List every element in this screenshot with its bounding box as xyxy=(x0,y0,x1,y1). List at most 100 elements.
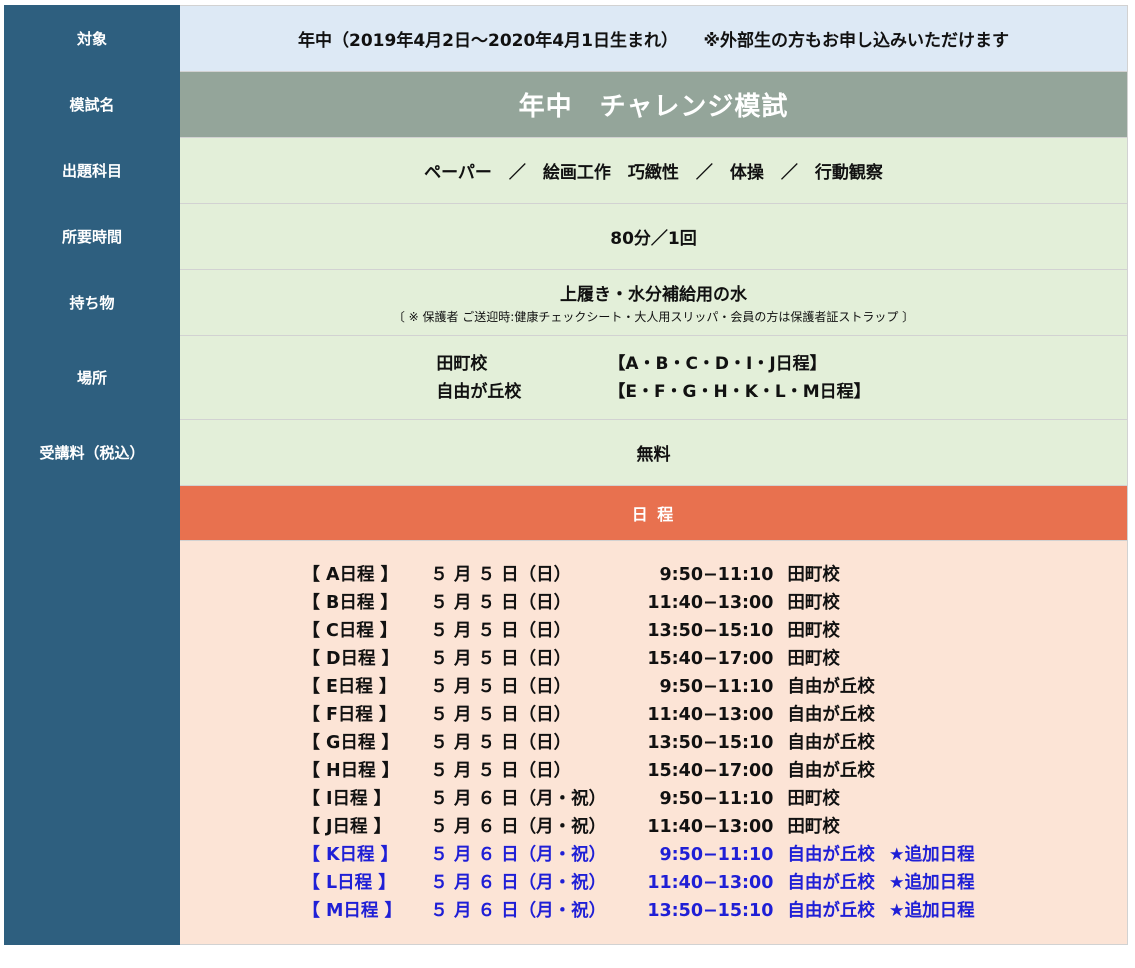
schedule-row: 【 F日程 】 ５ 月 ５ 日（日） 11:40−13:00 自由が丘校 xyxy=(302,701,974,729)
schedule-date: ５ 月 ５ 日（日） xyxy=(430,620,572,641)
schedule-row: 【 C日程 】 ５ 月 ５ 日（日） 13:50−15:10 田町校 xyxy=(302,617,974,645)
row-schedule-header: 日 程 xyxy=(4,485,1128,541)
row-duration: 所要時間 80分／1回 xyxy=(4,203,1128,270)
schedule-date: ５ 月 ５ 日（日） xyxy=(430,732,572,753)
schedule-code: 【 J日程 】 xyxy=(302,816,392,837)
schedule-time: 13:50−15:10 xyxy=(647,732,774,753)
row-belongings: 持ち物 上履き・水分補給用の水 〔 ※ 保護者 ご送迎時:健康チェックシート・大… xyxy=(4,269,1128,336)
schedule-code: 【 I日程 】 xyxy=(302,788,392,809)
value-exam-name: 年中 チャレンジ模試 xyxy=(179,71,1128,138)
venue-list: 田町校 【A・B・C・D・I・J日程】 自由が丘校 【E・F・G・H・K・L・M日程… xyxy=(436,350,870,406)
schedule-time: 15:40−17:00 xyxy=(647,648,774,669)
schedule-venue: 田町校 xyxy=(787,648,840,669)
schedule-code: 【 A日程 】 xyxy=(302,564,399,585)
label-subjects: 出題科目 xyxy=(4,137,180,204)
schedule-row: 【 G日程 】 ５ 月 ５ 日（日） 13:50−15:10 自由が丘校 xyxy=(302,729,974,757)
schedule-code: 【 M日程 】 xyxy=(302,900,402,921)
belongings-main: 上履き・水分補給用の水 xyxy=(560,285,747,305)
schedule-code: 【 E日程 】 xyxy=(302,676,397,697)
schedule-date: ５ 月 ５ 日（日） xyxy=(430,648,572,669)
schedule-row: 【 D日程 】 ５ 月 ５ 日（日） 15:40−17:00 田町校 xyxy=(302,645,974,673)
label-location: 場所 xyxy=(4,335,180,420)
schedule-list-cell: 【 A日程 】 ５ 月 ５ 日（日） 9:50−11:10 田町校【 B日程 】 ５ 月… xyxy=(179,540,1128,945)
label-belongings: 持ち物 xyxy=(4,269,180,336)
schedule-date: ５ 月 ５ 日（日） xyxy=(430,564,572,585)
venue-name: 田町校 xyxy=(436,353,488,374)
schedule-code: 【 H日程 】 xyxy=(302,760,400,781)
schedule-venue: 自由が丘校 xyxy=(787,872,875,893)
schedule-date: ５ 月 ６ 日（月・祝） xyxy=(430,872,607,893)
schedule-date: ５ 月 ６ 日（月・祝） xyxy=(430,844,607,865)
schedule-row: 【 H日程 】 ５ 月 ５ 日（日） 15:40−17:00 自由が丘校 xyxy=(302,757,974,785)
schedule-time: 9:50−11:10 xyxy=(659,564,774,585)
schedule-row: 【 I日程 】 ５ 月 ６ 日（月・祝） 9:50−11:10 田町校 xyxy=(302,785,974,813)
schedule-time: 13:50−15:10 xyxy=(647,900,774,921)
schedule-venue: 自由が丘校 xyxy=(787,704,875,725)
schedule-time: 13:50−15:10 xyxy=(647,620,774,641)
schedule-time: 9:50−11:10 xyxy=(659,844,774,865)
schedule-time: 15:40−17:00 xyxy=(647,760,774,781)
row-fee: 受講料（税込） 無料 xyxy=(4,419,1128,486)
venue-schedules: 【A・B・C・D・I・J日程】 xyxy=(608,353,827,374)
schedule-venue: 田町校 xyxy=(787,788,840,809)
value-subjects: ペーパー ／ 絵画工作 巧緻性 ／ 体操 ／ 行動観察 xyxy=(179,137,1128,204)
row-schedule: 【 A日程 】 ５ 月 ５ 日（日） 9:50−11:10 田町校【 B日程 】 ５ 月… xyxy=(4,540,1128,945)
value-belongings: 上履き・水分補給用の水 〔 ※ 保護者 ご送迎時:健康チェックシート・大人用スリ… xyxy=(179,269,1128,336)
schedule-venue: 田町校 xyxy=(787,592,840,613)
schedule-venue: 自由が丘校 xyxy=(787,732,875,753)
schedule-row: 【 K日程 】 ５ 月 ６ 日（月・祝） 9:50−11:10 自由が丘校 ★追加日程 xyxy=(302,841,974,869)
schedule-venue: 田町校 xyxy=(787,564,840,585)
schedule-date: ５ 月 ５ 日（日） xyxy=(430,676,572,697)
label-fee: 受講料（税込） xyxy=(4,419,180,486)
schedule-code: 【 B日程 】 xyxy=(302,592,398,613)
label-target: 対象 xyxy=(4,5,180,72)
value-fee: 無料 xyxy=(179,419,1128,486)
label-duration: 所要時間 xyxy=(4,203,180,270)
schedule-venue: 自由が丘校 xyxy=(787,760,875,781)
schedule-code: 【 F日程 】 xyxy=(302,704,397,725)
schedule-row: 【 E日程 】 ５ 月 ５ 日（日） 9:50−11:10 自由が丘校 xyxy=(302,673,974,701)
row-location: 場所 田町校 【A・B・C・D・I・J日程】 自由が丘校 【E・F・G・H・K・L・… xyxy=(4,335,1128,420)
venue-item: 田町校 【A・B・C・D・I・J日程】 xyxy=(436,350,870,378)
schedule-code: 【 D日程 】 xyxy=(302,648,400,669)
schedule-venue: 田町校 xyxy=(787,620,840,641)
venue-schedules: 【E・F・G・H・K・L・M日程】 xyxy=(608,381,871,402)
schedule-note: ★追加日程 xyxy=(888,900,975,921)
schedule-row: 【 M日程 】 ５ 月 ６ 日（月・祝） 13:50−15:10 自由が丘校 ★追加日程 xyxy=(302,897,974,925)
schedule-code: 【 C日程 】 xyxy=(302,620,398,641)
schedule-date: ５ 月 ６ 日（月・祝） xyxy=(430,788,607,809)
schedule-venue: 自由が丘校 xyxy=(787,900,875,921)
schedule-note: ★追加日程 xyxy=(888,872,975,893)
schedule-venue: 田町校 xyxy=(787,816,840,837)
schedule-note: ★追加日程 xyxy=(888,844,975,865)
schedule-date: ５ 月 ５ 日（日） xyxy=(430,760,572,781)
schedule-row: 【 A日程 】 ５ 月 ５ 日（日） 9:50−11:10 田町校 xyxy=(302,561,974,589)
schedule-venue: 自由が丘校 xyxy=(787,844,875,865)
row-subjects: 出題科目 ペーパー ／ 絵画工作 巧緻性 ／ 体操 ／ 行動観察 xyxy=(4,137,1128,204)
schedule-code: 【 G日程 】 xyxy=(302,732,399,753)
row-target: 対象 年中（2019年4月2日～2020年4月1日生まれ） ※外部生の方もお申し… xyxy=(4,5,1128,72)
schedule-header: 日 程 xyxy=(179,485,1128,541)
schedule-code: 【 L日程 】 xyxy=(302,872,396,893)
schedule-row: 【 J日程 】 ５ 月 ６ 日（月・祝） 11:40−13:00 田町校 xyxy=(302,813,974,841)
value-location: 田町校 【A・B・C・D・I・J日程】 自由が丘校 【E・F・G・H・K・L・M日程… xyxy=(179,335,1128,420)
schedule-venue: 自由が丘校 xyxy=(787,676,875,697)
schedule-date: ５ 月 ６ 日（月・祝） xyxy=(430,816,607,837)
schedule-time: 11:40−13:00 xyxy=(647,872,774,893)
value-duration: 80分／1回 xyxy=(179,203,1128,270)
venue-name: 自由が丘校 xyxy=(436,381,522,402)
schedule-date: ５ 月 ６ 日（月・祝） xyxy=(430,900,607,921)
schedule-row: 【 B日程 】 ５ 月 ５ 日（日） 11:40−13:00 田町校 xyxy=(302,589,974,617)
schedule-code: 【 K日程 】 xyxy=(302,844,399,865)
schedule-row: 【 L日程 】 ５ 月 ６ 日（月・祝） 11:40−13:00 自由が丘校 ★追加日程 xyxy=(302,869,974,897)
venue-item: 自由が丘校 【E・F・G・H・K・L・M日程】 xyxy=(436,378,870,406)
label-schedule-blank xyxy=(4,485,180,541)
belongings-note: 〔 ※ 保護者 ご送迎時:健康チェックシート・大人用スリッパ・会員の方は保護者証… xyxy=(392,310,915,324)
schedule-time: 9:50−11:10 xyxy=(659,788,774,809)
schedule-time: 11:40−13:00 xyxy=(647,704,774,725)
schedule-date: ５ 月 ５ 日（日） xyxy=(430,704,572,725)
exam-info-table: 対象 年中（2019年4月2日～2020年4月1日生まれ） ※外部生の方もお申し… xyxy=(4,5,1128,945)
label-exam-name: 模試名 xyxy=(4,71,180,138)
schedule-time: 11:40−13:00 xyxy=(647,816,774,837)
schedule-list: 【 A日程 】 ５ 月 ５ 日（日） 9:50−11:10 田町校【 B日程 】 ５ 月… xyxy=(302,561,974,925)
